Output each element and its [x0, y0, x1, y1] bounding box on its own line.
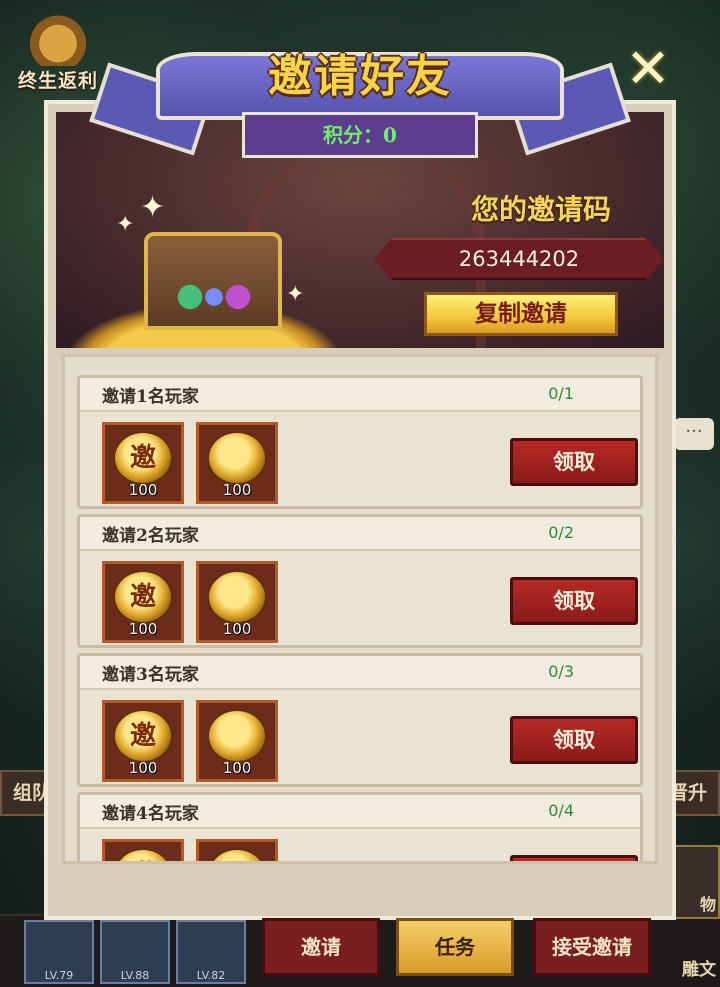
task-title: 邀请4名玩家 [102, 804, 199, 824]
reward-slot[interactable]: 邀 100 [102, 700, 184, 782]
invite-token-icon: 邀 [113, 431, 173, 485]
task-progress: 0/3 [548, 662, 574, 681]
reward-slot[interactable]: 邀 100 [102, 839, 184, 861]
invite-code-value: 263444202 [374, 238, 664, 280]
invite-friends-dialog: ✦ ✦ ✦ 您的邀请码 263444202 复制邀请 邀请1名玩家 0/1 邀 … [44, 100, 676, 920]
list-item: 邀请2名玩家 0/2 邀 100 100 领取 [77, 514, 643, 648]
list-item: 邀请1名玩家 0/1 邀 100 100 领取 [77, 375, 643, 509]
reward-slot[interactable]: 100 [196, 700, 278, 782]
gold-coin-icon [207, 709, 267, 763]
task-list[interactable]: 邀请1名玩家 0/1 邀 100 100 领取 邀请2名玩家 0/2 邀 100 [62, 354, 658, 864]
hero-slot[interactable]: LV.88 [100, 920, 170, 984]
invite-token-icon: 邀 [113, 709, 173, 763]
reward-quantity: 100 [128, 481, 158, 499]
gold-coin-icon [207, 570, 267, 624]
claim-button[interactable]: 领取 [510, 577, 638, 625]
task-title: 邀请2名玩家 [102, 526, 199, 546]
lifetime-rebate-button[interactable]: 终生返利 [6, 4, 110, 94]
hero-slot[interactable]: LV.79 [24, 920, 94, 984]
reward-quantity: 100 [222, 481, 252, 499]
tab-tasks[interactable]: 任务 [396, 918, 514, 976]
dialog-title: 邀请好友 [268, 51, 452, 102]
reward-slot[interactable]: 邀 100 [102, 561, 184, 643]
reward-slot[interactable]: 100 [196, 839, 278, 861]
list-item: 邀请4名玩家 0/4 邀 100 100 领取 [77, 792, 643, 861]
gold-coin-icon [207, 848, 267, 861]
hero-slot[interactable]: LV.82 [176, 920, 246, 984]
gold-coin-icon [207, 431, 267, 485]
reward-slot[interactable]: 邀 100 [102, 422, 184, 504]
hero-level: LV.88 [120, 969, 150, 982]
reward-quantity: 100 [128, 620, 158, 638]
sparkle-icon: ✦ [116, 212, 135, 237]
reward-quantity: 100 [222, 620, 252, 638]
reward-slot[interactable]: 100 [196, 561, 278, 643]
tab-accept-invite[interactable]: 接受邀请 [533, 918, 651, 976]
hero-level: LV.82 [196, 969, 226, 982]
task-title: 邀请1名玩家 [102, 387, 199, 407]
task-title: 邀请3名玩家 [102, 665, 199, 685]
copy-invite-button[interactable]: 复制邀请 [424, 292, 618, 336]
task-progress: 0/2 [548, 523, 574, 542]
reward-quantity: 100 [222, 759, 252, 777]
reward-slot[interactable]: 100 [196, 422, 278, 504]
task-progress: 0/4 [548, 801, 574, 820]
task-progress: 0/1 [548, 384, 574, 403]
chest-box [144, 232, 282, 330]
sparkle-icon: ✦ [286, 282, 305, 307]
lifetime-rebate-label: 终生返利 [17, 70, 98, 92]
money-bag-icon [26, 10, 90, 66]
treasure-chest-icon [64, 232, 344, 348]
claim-button[interactable]: 领取 [510, 855, 638, 861]
claim-button[interactable]: 领取 [510, 438, 638, 486]
gems-icon [174, 282, 254, 312]
tab-invite[interactable]: 邀请 [262, 918, 380, 976]
glyph-label: 雕文 [682, 960, 716, 980]
close-icon[interactable]: ✕ [622, 42, 674, 96]
score-label: 积分：0 [242, 112, 478, 158]
chat-bubble-icon[interactable]: ··· [674, 418, 714, 450]
list-item: 邀请3名玩家 0/3 邀 100 100 领取 [77, 653, 643, 787]
invite-token-icon: 邀 [113, 848, 173, 861]
invite-token-icon: 邀 [113, 570, 173, 624]
invite-code-title: 您的邀请码 [470, 193, 611, 226]
title-banner: 邀请好友 积分：0 [89, 38, 631, 178]
hero-level: LV.79 [44, 969, 74, 982]
sparkle-icon: ✦ [140, 190, 166, 225]
item-slot-label: 物 [699, 895, 716, 914]
reward-quantity: 100 [128, 759, 158, 777]
claim-button[interactable]: 领取 [510, 716, 638, 764]
